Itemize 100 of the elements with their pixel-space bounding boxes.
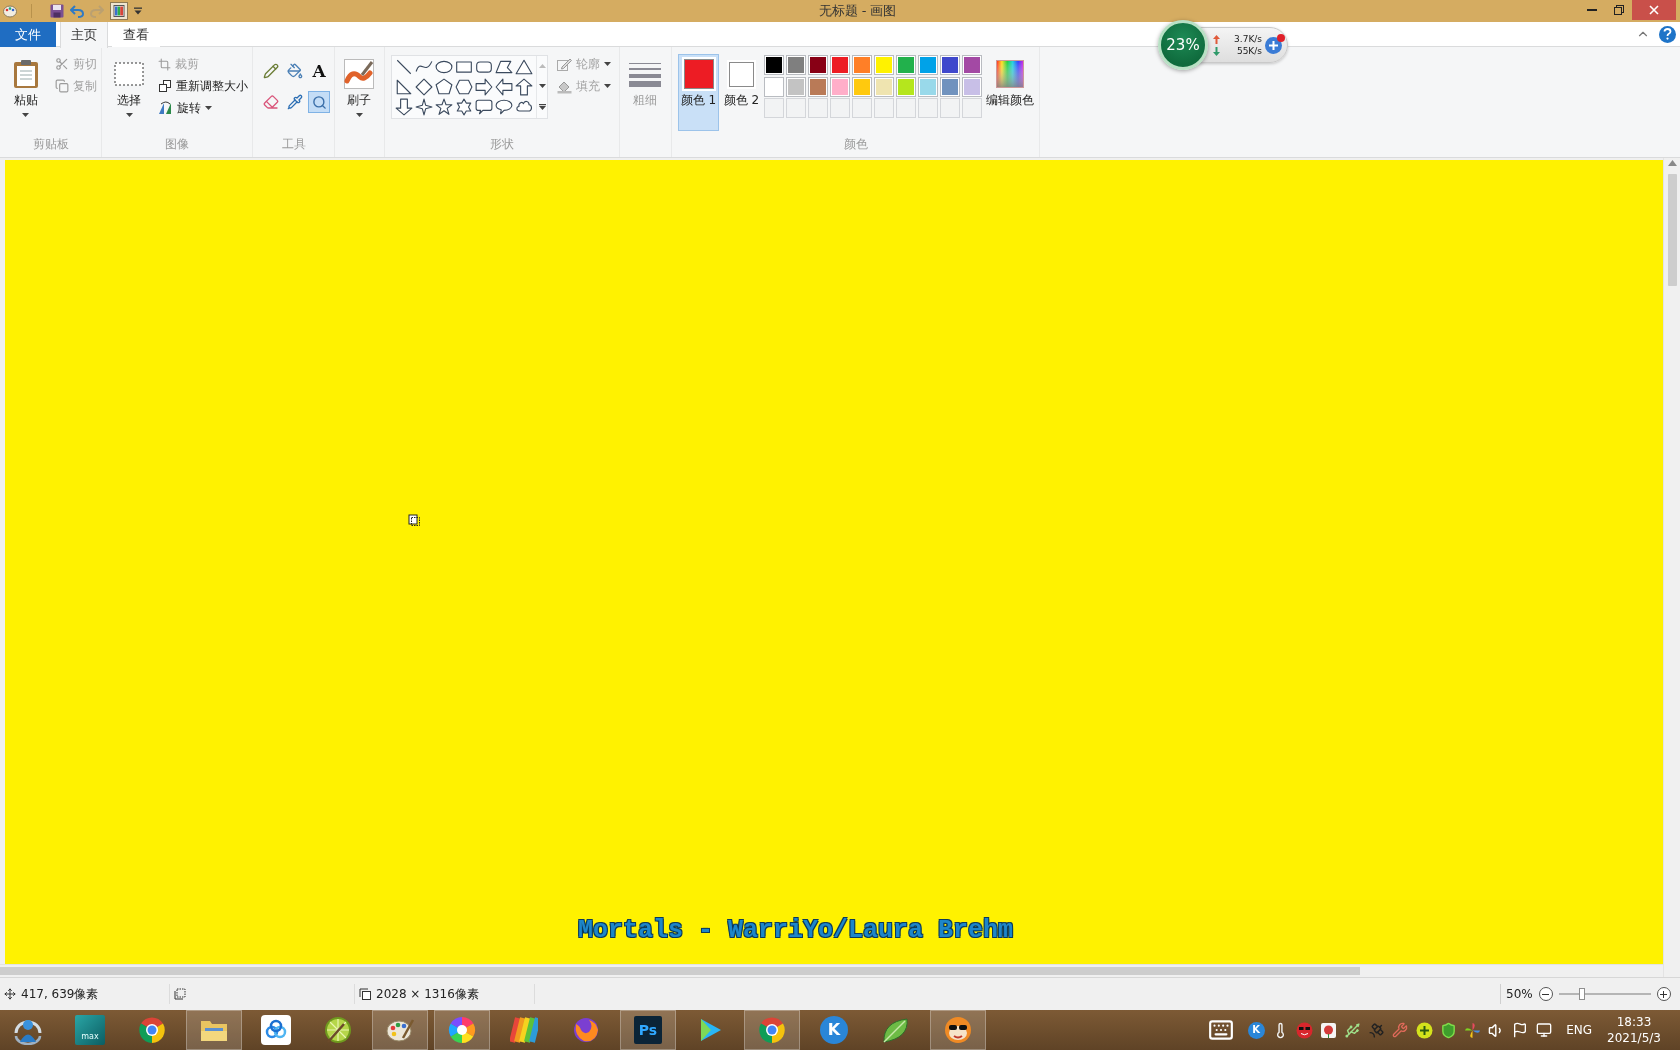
zoom-in-button[interactable]: [1656, 987, 1671, 1001]
caret-icon[interactable]: [134, 7, 142, 15]
song-caption: Mortals - WarriYo/Laura Brehm: [578, 916, 1014, 945]
add-button[interactable]: [1265, 36, 1282, 54]
color-slot-button[interactable]: 颜色 1: [678, 54, 719, 131]
empty-swatch-icon[interactable]: [808, 98, 828, 118]
eraser-icon: [263, 94, 279, 110]
color-swatch-icon[interactable]: [896, 76, 916, 97]
hexagon-shape-icon[interactable]: [455, 78, 473, 96]
diamond-shape-icon[interactable]: [415, 78, 433, 96]
taskbar-button[interactable]: Ps: [620, 1010, 676, 1050]
color-swatch-icon[interactable]: [918, 55, 938, 75]
ribbon-tab[interactable]: 文件: [0, 22, 56, 47]
scroll-up-icon[interactable]: [1667, 160, 1677, 166]
color-slot-button[interactable]: 颜色 2: [721, 54, 762, 131]
right-arrow-shape-icon[interactable]: [475, 78, 493, 96]
expand-gallery-icon[interactable]: [538, 104, 546, 110]
down-arrow-shape-icon[interactable]: [395, 98, 413, 116]
scrollbar-thumb[interactable]: [1667, 174, 1677, 286]
color-swatch-icon[interactable]: [764, 76, 784, 97]
empty-swatch-icon[interactable]: [940, 98, 960, 118]
empty-swatch-icon[interactable]: [962, 98, 982, 118]
five-point-star-icon[interactable]: [435, 98, 453, 116]
rectangle-shape-icon[interactable]: [455, 58, 473, 76]
group-label: 剪贴板: [31, 136, 70, 153]
scrollbar-thumb[interactable]: [0, 967, 1360, 975]
triangle-shape-icon[interactable]: [515, 58, 533, 76]
shield-icon[interactable]: [1439, 1021, 1457, 1039]
color-swatch-icon[interactable]: [962, 76, 982, 97]
line-shape-icon[interactable]: [395, 58, 413, 76]
select-button[interactable]: 选择: [111, 54, 147, 131]
slider-thumb[interactable]: [1578, 988, 1585, 1000]
speech-bubble-icon[interactable]: [475, 98, 493, 116]
zoom-slider[interactable]: [1558, 987, 1651, 1001]
app-badge[interactable]: K: [1247, 1021, 1265, 1039]
color-swatch-icon[interactable]: [852, 76, 872, 97]
round-face-icon[interactable]: [1295, 1021, 1313, 1039]
color-swatch-icon[interactable]: [786, 76, 806, 97]
taskbar-clock[interactable]: 18:33 2021/5/3: [1605, 1014, 1663, 1046]
empty-swatch-icon[interactable]: [896, 98, 916, 118]
paint-palette-icon[interactable]: [3, 4, 17, 18]
brushes-button[interactable]: 刷子: [341, 54, 377, 131]
up-arrow-shape-icon[interactable]: [515, 78, 533, 96]
selection-size-icon: [174, 988, 186, 1000]
color-swatch-icon[interactable]: [808, 76, 828, 97]
sunglasses-face-icon: [943, 1015, 973, 1045]
tool-button[interactable]: [308, 91, 330, 113]
six-point-star-icon[interactable]: [455, 98, 473, 116]
color-swatch-icon[interactable]: [852, 55, 872, 75]
color-swatch-icon[interactable]: [786, 55, 806, 75]
app-badge: K: [820, 1016, 848, 1044]
edit-colors-button[interactable]: 编辑颜色: [984, 54, 1036, 131]
right-triangle-shape-icon[interactable]: [395, 78, 413, 96]
empty-swatch-icon[interactable]: [918, 98, 938, 118]
pinwheel-icon[interactable]: [1463, 1021, 1481, 1039]
ribbon-button[interactable]: 旋转: [154, 98, 252, 118]
keyboard-icon: [1208, 1017, 1235, 1043]
color-swatch-icon[interactable]: [896, 55, 916, 75]
usb-icon[interactable]: [1343, 1021, 1361, 1039]
taskbar-button[interactable]: [930, 1010, 986, 1050]
color-swatch-icon[interactable]: [830, 55, 850, 75]
oval-speech-bubble-icon[interactable]: [495, 98, 513, 116]
empty-swatch-icon[interactable]: [764, 98, 784, 118]
save-icon[interactable]: [50, 4, 64, 18]
color-swatch-icon[interactable]: [808, 55, 828, 75]
help-button[interactable]: [1659, 25, 1676, 43]
color-swatch-icon[interactable]: [830, 76, 850, 97]
taskbar-button[interactable]: max: [62, 1010, 118, 1050]
color-spectrum-icon: [996, 60, 1024, 88]
color-swatch-icon[interactable]: [764, 55, 784, 75]
rainbow-square-icon[interactable]: [110, 2, 128, 20]
taskbar-button[interactable]: K: [806, 1010, 862, 1050]
ribbon-button[interactable]: 重新调整大小: [154, 76, 252, 96]
empty-swatch-icon[interactable]: [874, 98, 894, 118]
rose-tile-icon[interactable]: [1319, 1021, 1337, 1039]
plus-circle-icon[interactable]: [1415, 1021, 1433, 1039]
polygon-shape-icon[interactable]: [495, 58, 513, 76]
paste-button[interactable]: 粘贴: [8, 54, 43, 131]
flag-icon[interactable]: [1512, 1022, 1529, 1038]
color-swatch-icon[interactable]: [874, 55, 894, 75]
color-swatch-icon[interactable]: [962, 55, 982, 75]
network-icon[interactable]: [1536, 1022, 1553, 1038]
empty-swatch-icon[interactable]: [830, 98, 850, 118]
image-size: 2028 × 1316像素: [376, 985, 479, 1003]
pentagon-shape-icon[interactable]: [435, 78, 453, 96]
rounded-rectangle-shape-icon[interactable]: [475, 58, 493, 76]
wrench-icon[interactable]: [1392, 1022, 1409, 1038]
color-swatch-icon[interactable]: [874, 76, 894, 97]
text-tool-button[interactable]: A: [308, 60, 330, 82]
input-language[interactable]: ENG: [1566, 1023, 1592, 1037]
empty-swatch-icon[interactable]: [852, 98, 872, 118]
oval-shape-icon[interactable]: [435, 58, 453, 76]
empty-swatch-icon[interactable]: [786, 98, 806, 118]
ribbon-tab[interactable]: 主页: [60, 22, 108, 48]
four-point-star-icon[interactable]: [415, 98, 433, 116]
color-swatch-icon[interactable]: [918, 76, 938, 97]
color-swatch-icon[interactable]: [940, 76, 960, 97]
color-swatch-icon[interactable]: [940, 55, 960, 75]
left-arrow-shape-icon[interactable]: [495, 78, 513, 96]
zoom-out-button[interactable]: [1538, 987, 1553, 1001]
